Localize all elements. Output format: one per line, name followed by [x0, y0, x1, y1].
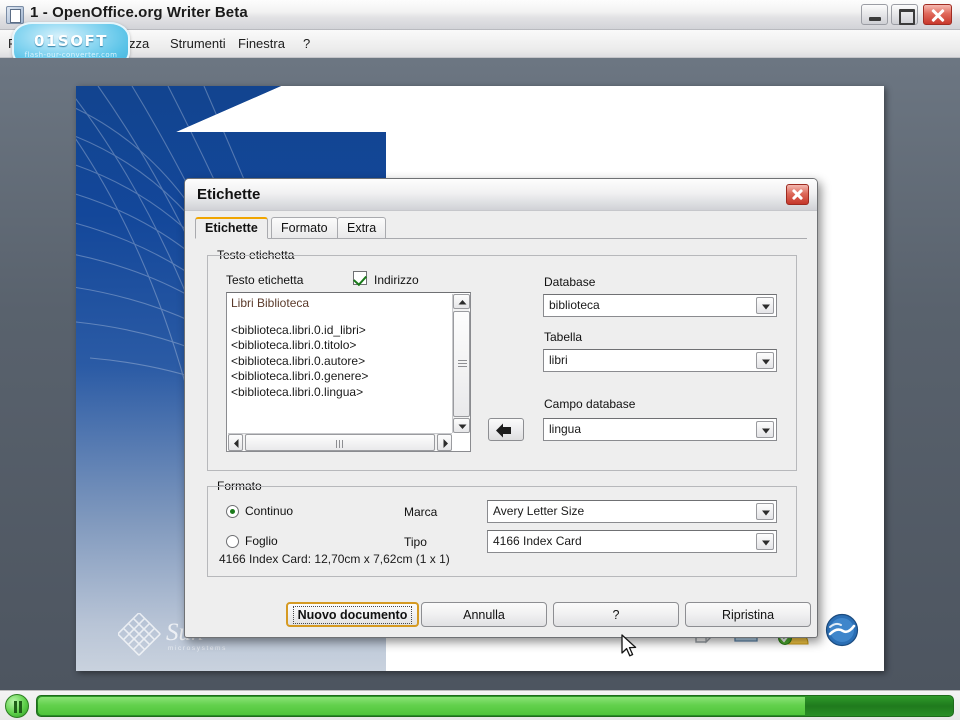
format-border-top [207, 486, 797, 487]
text-line-3: <biblioteca.libri.0.titolo> [231, 338, 357, 352]
horizontal-scrollbar[interactable] [228, 433, 452, 451]
format-border-bottom [207, 576, 797, 577]
annulla-label: Annulla [463, 607, 505, 622]
screen-root: 1 - OpenOffice.org Writer Beta F alizza … [0, 0, 960, 720]
text-line-0: Libri Biblioteca [231, 296, 310, 310]
chevron-down-icon[interactable] [756, 297, 774, 314]
group-border-right [796, 255, 797, 470]
label-database: Database [544, 275, 596, 289]
chevron-up-icon [458, 300, 467, 305]
maximize-button[interactable] [891, 4, 918, 25]
vertical-scroll-thumb[interactable] [453, 311, 470, 417]
format-border-right [796, 486, 797, 576]
dialog-title: Etichette [197, 186, 261, 203]
pause-button[interactable] [5, 694, 29, 718]
label-foglio: Foglio [245, 534, 278, 548]
format-border-left [207, 486, 208, 576]
group-border-left [207, 255, 208, 470]
video-player-bar [0, 690, 960, 720]
window-titlebar: 1 - OpenOffice.org Writer Beta [0, 0, 960, 30]
svg-text:microsystems: microsystems [168, 645, 227, 652]
mouse-cursor [621, 634, 637, 657]
arrow-left-icon [496, 423, 511, 438]
label-size-info: 4166 Index Card: 12,70cm x 7,62cm (1 x 1… [219, 552, 450, 566]
help-label: ? [612, 607, 620, 622]
scroll-down-button[interactable] [453, 418, 470, 433]
progress-bar-track[interactable] [36, 695, 954, 717]
ripristina-label: Ripristina [721, 607, 775, 622]
text-line-5: <biblioteca.libri.0.genere> [231, 369, 369, 383]
label-testo-etichetta: Testo etichetta [226, 273, 304, 287]
text-line-blank [231, 312, 450, 323]
label-text-content: Libri Biblioteca <biblioteca.libri.0.id_… [231, 296, 450, 433]
checkbox-indirizzo[interactable] [353, 271, 367, 285]
tab-extra[interactable]: Extra [337, 217, 387, 239]
menu-item-strumenti[interactable]: Strumenti [170, 36, 226, 51]
chevron-down-icon[interactable] [756, 352, 774, 369]
radio-foglio[interactable] [226, 535, 239, 548]
menubar[interactable]: F alizza Strumenti Finestra ? [0, 30, 960, 58]
dialog-close-icon[interactable] [786, 184, 809, 205]
combo-tabella-value: libri [549, 353, 568, 367]
scroll-right-button[interactable] [437, 434, 452, 451]
tab-etichette[interactable]: Etichette [195, 217, 268, 239]
combo-marca-value: Avery Letter Size [493, 504, 585, 518]
desktop-workarea: Sun microsystems [0, 58, 960, 690]
scroll-up-button[interactable] [453, 294, 470, 309]
chevron-down-icon [458, 424, 467, 429]
chevron-left-icon [234, 439, 239, 448]
scroll-left-button[interactable] [228, 434, 243, 451]
label-campo-database: Campo database [544, 397, 636, 411]
label-marca: Marca [404, 505, 438, 519]
minimize-button[interactable] [861, 4, 888, 25]
combo-tipo-value: 4166 Index Card [493, 534, 582, 548]
window-title: 1 - OpenOffice.org Writer Beta [30, 4, 248, 21]
menu-item-finestra[interactable]: Finestra [238, 36, 285, 51]
combo-marca[interactable]: Avery Letter Size [487, 500, 777, 523]
label-text-area[interactable]: Libri Biblioteca <biblioteca.libri.0.id_… [226, 292, 471, 452]
close-button[interactable] [923, 4, 952, 25]
writer-document-icon [6, 6, 24, 24]
label-indirizzo: Indirizzo [374, 273, 419, 287]
combo-tipo[interactable]: 4166 Index Card [487, 530, 777, 553]
insert-field-arrow-button[interactable] [488, 418, 524, 441]
group-border-top [207, 255, 797, 256]
dialog-tabstrip[interactable]: Etichette Formato Extra [195, 217, 807, 239]
annulla-button[interactable]: Annulla [421, 602, 547, 627]
combo-database[interactable]: biblioteca [543, 294, 777, 317]
dialog-titlebar: Etichette [185, 179, 817, 211]
text-line-2: <biblioteca.libri.0.id_libri> [231, 322, 366, 337]
combo-database-value: biblioteca [549, 298, 600, 312]
combo-campo-database[interactable]: lingua [543, 418, 777, 441]
text-line-4: <biblioteca.libri.0.autore> [231, 353, 366, 368]
chevron-down-icon[interactable] [756, 533, 774, 550]
chevron-right-icon [443, 439, 448, 448]
vertical-scrollbar[interactable] [452, 294, 470, 433]
openoffice-logo-icon[interactable] [824, 612, 860, 648]
chevron-down-icon[interactable] [756, 421, 774, 438]
group-border-bottom [207, 470, 797, 471]
help-button[interactable]: ? [553, 602, 679, 627]
combo-campo-database-value: lingua [549, 422, 582, 436]
label-tabella: Tabella [544, 330, 583, 344]
nuovo-documento-label: Nuovo documento [292, 605, 413, 624]
tabstrip-underline [195, 238, 807, 239]
text-line-6: <biblioteca.libri.0.lingua> [231, 384, 364, 399]
radio-continuo[interactable] [226, 505, 239, 518]
horizontal-scroll-thumb[interactable] [245, 434, 435, 451]
etichette-dialog: Etichette Etichette Formato Extra Testo … [184, 178, 818, 657]
menu-item-help[interactable]: ? [303, 36, 310, 51]
chevron-down-icon[interactable] [756, 503, 774, 520]
ripristina-button[interactable]: Ripristina [685, 602, 811, 627]
watermark-brand: 01SOFT [34, 32, 108, 50]
label-tipo: Tipo [404, 535, 427, 549]
nuovo-documento-button[interactable]: Nuovo documento [286, 602, 419, 627]
combo-tabella[interactable]: libri [543, 349, 777, 372]
tab-formato[interactable]: Formato [271, 217, 338, 239]
label-continuo: Continuo [245, 504, 294, 518]
progress-bar-fill [38, 697, 806, 715]
